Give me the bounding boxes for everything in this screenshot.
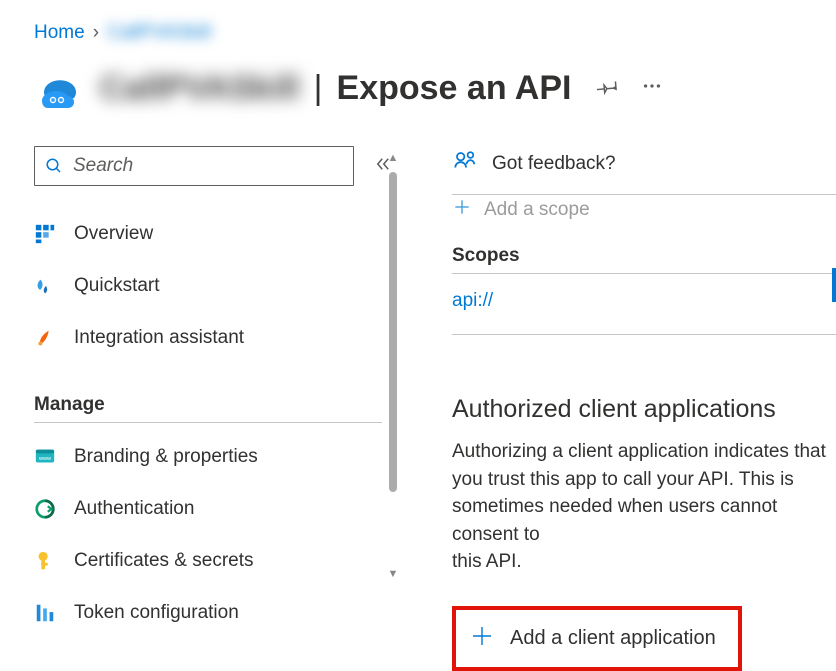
selection-indicator xyxy=(832,268,836,302)
add-scope-label: Add a scope xyxy=(484,199,590,221)
add-client-application-button[interactable]: Add a client application xyxy=(452,606,742,671)
title-separator: | xyxy=(314,69,323,108)
authorized-apps-description: Authorizing a client application indicat… xyxy=(452,438,836,576)
plus-icon xyxy=(470,624,494,653)
sidebar-item-quickstart[interactable]: Quickstart xyxy=(34,260,392,312)
overview-icon xyxy=(34,223,56,245)
sidebar-item-branding[interactable]: www Branding & properties xyxy=(34,431,392,483)
feedback-icon xyxy=(452,148,478,180)
authentication-icon xyxy=(34,498,56,520)
feedback-button[interactable]: Got feedback? xyxy=(452,146,836,182)
content-pane: Got feedback? Add a scope Scopes api:// … xyxy=(392,146,836,646)
scopes-header: Scopes xyxy=(452,245,836,267)
sidebar-section-manage: Manage xyxy=(34,394,392,416)
sidebar-item-label: Authentication xyxy=(74,498,194,520)
sidebar-item-integration-assistant[interactable]: Integration assistant xyxy=(34,312,392,364)
page-title-row: CallPVASkill | Expose an API xyxy=(0,44,836,112)
breadcrumb: Home › CallPVASkill xyxy=(0,0,836,44)
token-icon xyxy=(34,602,56,624)
app-registration-icon xyxy=(34,64,82,112)
sidebar-item-label: Token configuration xyxy=(74,602,239,624)
more-icon[interactable] xyxy=(641,75,663,102)
breadcrumb-home-link[interactable]: Home xyxy=(34,22,85,44)
pin-icon[interactable] xyxy=(597,75,619,102)
breadcrumb-current[interactable]: CallPVASkill xyxy=(107,22,211,44)
authorized-apps-header: Authorized client applications xyxy=(452,395,836,424)
plus-icon xyxy=(452,197,472,223)
scope-row: api:// xyxy=(452,274,836,328)
divider xyxy=(34,422,382,423)
sidebar: Overview Quickstart Integration assistan… xyxy=(0,146,392,646)
title-app-name: CallPVASkill xyxy=(100,69,300,108)
divider xyxy=(452,334,836,335)
divider xyxy=(452,194,836,195)
search-icon xyxy=(45,157,63,175)
sidebar-item-label: Certificates & secrets xyxy=(74,550,254,572)
integration-assistant-icon xyxy=(34,327,56,349)
sidebar-item-label: Overview xyxy=(74,223,153,245)
search-input[interactable] xyxy=(71,154,343,178)
sidebar-search[interactable] xyxy=(34,146,354,186)
page-title: Expose an API xyxy=(337,69,572,108)
sidebar-item-token-configuration[interactable]: Token configuration xyxy=(34,587,392,639)
sidebar-item-label: Branding & properties xyxy=(74,446,258,468)
add-client-label: Add a client application xyxy=(510,627,716,650)
chevron-right-icon: › xyxy=(93,22,99,44)
sidebar-item-certificates[interactable]: Certificates & secrets xyxy=(34,535,392,587)
feedback-label: Got feedback? xyxy=(492,153,616,175)
quickstart-icon xyxy=(34,275,56,297)
sidebar-item-authentication[interactable]: Authentication xyxy=(34,483,392,535)
sidebar-item-label: Quickstart xyxy=(74,275,160,297)
add-scope-button[interactable]: Add a scope xyxy=(452,197,836,223)
certificates-icon xyxy=(34,550,56,572)
branding-icon: www xyxy=(34,446,56,468)
scope-uri-link[interactable]: api:// xyxy=(452,290,493,311)
svg-text:www: www xyxy=(38,456,51,462)
sidebar-item-label: Integration assistant xyxy=(74,327,244,349)
sidebar-item-overview[interactable]: Overview xyxy=(34,208,392,260)
